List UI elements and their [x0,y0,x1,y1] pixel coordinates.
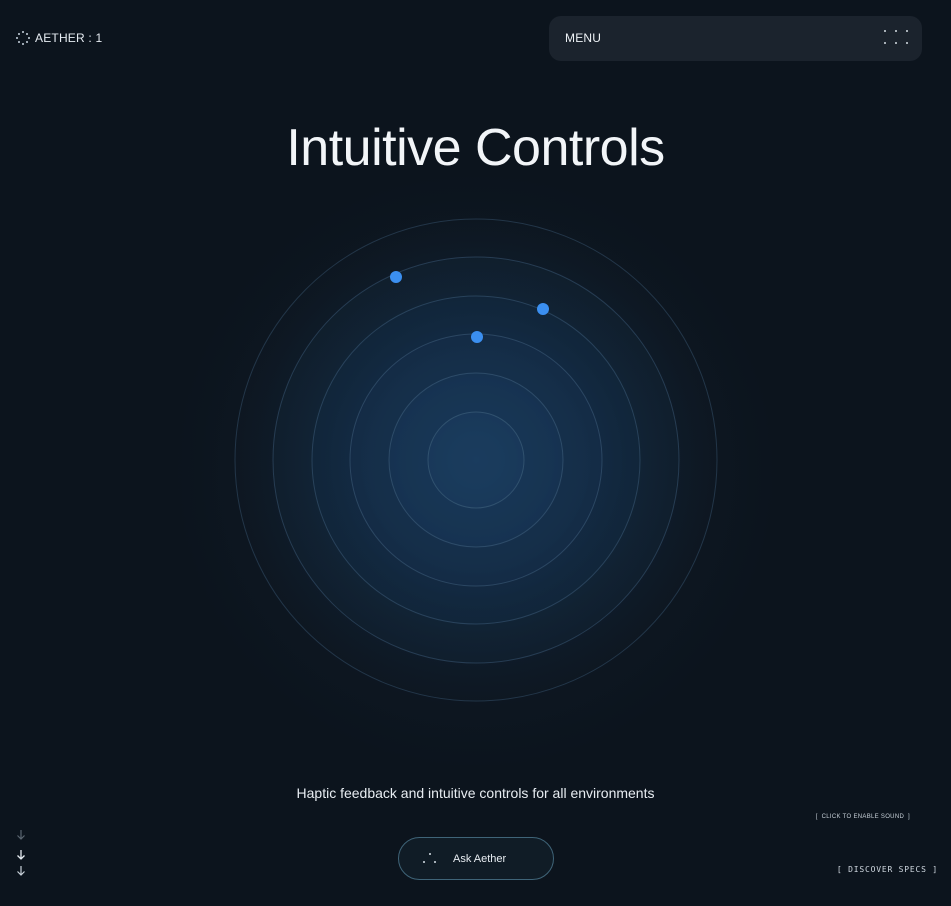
hero-subtitle: Haptic feedback and intuitive controls f… [296,785,655,801]
sparkle-dots-icon [16,31,30,45]
arrow-down-icon [17,866,25,876]
radar-ring [388,372,564,548]
radar-ring [349,333,603,587]
enable-sound-button[interactable]: [ CLICK TO ENABLE SOUND ] [816,814,910,820]
arrow-down-icon [17,830,25,840]
brand-name: AETHER : 1 [35,31,103,45]
grid-dots-icon [884,30,908,47]
ask-aether-label: Ask Aether [453,852,507,865]
page: AETHER : 1 MENU Intuitive Controls Hapti… [0,0,951,906]
ask-aether-button[interactable]: Ask Aether [398,837,554,880]
menu-label: MENU [565,31,602,45]
brand-logo[interactable]: AETHER : 1 [16,31,102,45]
arrow-down-icon [17,850,25,860]
scroll-down-button[interactable] [15,829,29,879]
control-point [390,271,402,283]
radar-ring [234,218,718,702]
dots-icon [423,852,437,865]
radar-ring [427,411,525,509]
page-title: Intuitive Controls [286,119,665,177]
radar-ring [311,295,641,625]
menu-button[interactable]: MENU [549,16,922,61]
control-point [471,331,483,343]
radar-ring [272,256,680,664]
discover-specs-link[interactable]: [ DISCOVER SPECS ] [837,865,938,874]
control-point [537,303,549,315]
